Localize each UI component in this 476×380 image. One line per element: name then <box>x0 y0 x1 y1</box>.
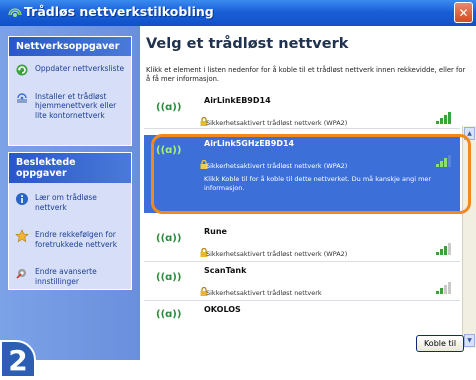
task-label: Installer et trådløst hjemmenettverk ell… <box>35 91 117 120</box>
close-button[interactable]: ✕ <box>454 2 473 23</box>
signal-strength-bars <box>436 243 454 255</box>
signal-strength-bars <box>436 282 454 294</box>
signal-strength-bars <box>436 112 454 124</box>
title-bar[interactable]: Trådløs nettverkstilkobling ✕ <box>0 0 476 26</box>
network-name: OKOLOS <box>204 305 241 314</box>
network-name: AirLinkEB9D14 <box>204 96 271 105</box>
wireless-setup-icon <box>17 92 27 103</box>
security-text: Sikkerhetsaktivert trådløst nettverk (WP… <box>206 119 348 127</box>
task-setup-wireless-network[interactable]: Installer et trådløst hjemmenettverk ell… <box>9 88 131 125</box>
star-icon <box>15 229 29 243</box>
task-refresh-network-list[interactable]: Oppdater nettverksliste <box>9 60 131 78</box>
task-label: Oppdater nettverksliste <box>35 64 125 73</box>
wireless-signal-icon: ((ɑ)) <box>156 272 182 283</box>
task-label: Endre avanserte innstillinger <box>35 267 97 286</box>
security-text: Sikkerhetsaktivert trådløst nettverk <box>206 289 322 297</box>
network-name: Rune <box>204 227 227 236</box>
step-number-badge: 2 <box>0 340 36 378</box>
window-title: Trådløs nettverkstilkobling <box>24 4 214 19</box>
settings-icon <box>16 269 26 279</box>
task-sidebar: Nettverksoppgaver Oppdater nettverkslist… <box>0 26 140 360</box>
panel-title: Nettverksoppgaver <box>9 37 131 56</box>
instructions-text: Klikk et element i listen nedenfor for å… <box>146 66 466 83</box>
task-label: Lær om trådløse nettverk <box>35 193 97 212</box>
task-label: Endre rekkefølgen for foretrukkede nettv… <box>35 230 118 249</box>
selected-network-highlight <box>151 134 471 214</box>
task-learn-wireless[interactable]: Lær om trådløse nettverk <box>9 189 131 216</box>
network-item-rune[interactable]: ((ɑ)) Rune Sikkerhetsaktivert trådløst n… <box>144 223 460 262</box>
network-item-scantank[interactable]: ((ɑ)) ScanTank Sikkerhetsaktivert trådlø… <box>144 262 460 301</box>
task-advanced-settings[interactable]: Endre avanserte innstillinger <box>9 263 131 290</box>
network-name: ScanTank <box>204 266 247 275</box>
bottom-strip <box>0 360 476 378</box>
page-title: Velg et trådløst nettverk <box>146 36 349 52</box>
related-tasks-panel: Beslektede oppgaver Lær om trådløse nett… <box>8 152 132 290</box>
wireless-signal-icon: ((ɑ)) <box>156 309 182 320</box>
wireless-signal-icon: ((ɑ)) <box>156 102 182 113</box>
network-item-airlinkeb9d14[interactable]: ((ɑ)) AirLinkEB9D14 Sikkerhetsaktivert t… <box>144 92 460 129</box>
info-icon <box>16 193 28 205</box>
refresh-icon <box>16 64 28 76</box>
task-change-preferred-order[interactable]: Endre rekkefølgen for foretrukkede nettv… <box>9 226 131 253</box>
security-text: Sikkerhetsaktivert trådløst nettverk (WP… <box>206 250 348 258</box>
connect-button[interactable]: Koble til <box>416 335 464 352</box>
close-icon: ✕ <box>458 6 469 20</box>
panel-title: Beslektede oppgaver <box>9 153 131 183</box>
network-tasks-panel: Nettverksoppgaver Oppdater nettverkslist… <box>8 36 132 146</box>
wireless-signal-icon: ((ɑ)) <box>156 233 182 244</box>
wireless-network-icon <box>8 8 22 17</box>
network-item-okolos[interactable]: ((ɑ)) OKOLOS <box>144 301 460 327</box>
scroll-down-arrow-icon[interactable]: ▼ <box>464 334 475 347</box>
